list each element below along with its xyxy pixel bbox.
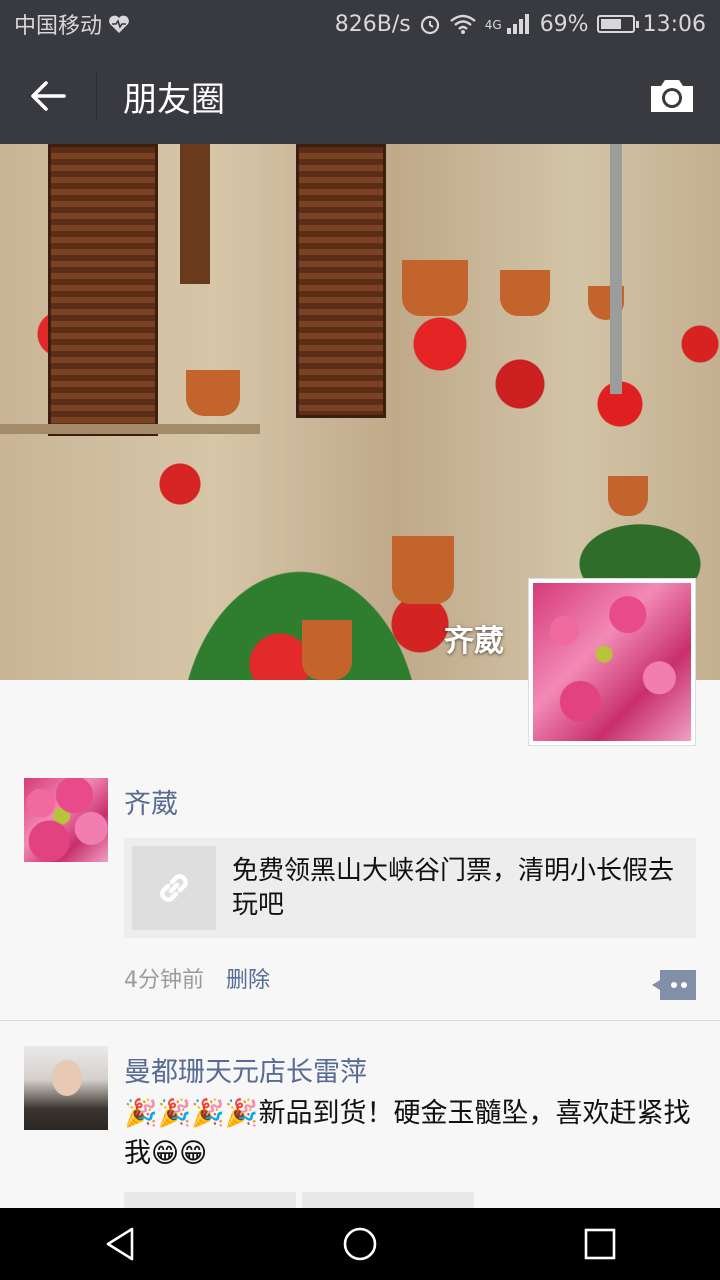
camera-button[interactable] xyxy=(624,48,720,144)
link-thumbnail xyxy=(132,846,216,930)
square-recent-icon xyxy=(584,1228,616,1260)
window-frame xyxy=(180,144,210,284)
arrow-left-icon xyxy=(31,81,66,111)
flower-pot xyxy=(608,476,648,516)
triangle-back-icon xyxy=(106,1227,134,1261)
battery-icon xyxy=(596,15,639,33)
network-speed: 826B/s xyxy=(334,11,411,37)
flower-pot xyxy=(302,620,352,680)
signal-icon xyxy=(506,14,529,34)
link-chain-icon xyxy=(160,874,188,902)
nav-home-button[interactable] xyxy=(320,1208,400,1280)
nav-recent-button[interactable] xyxy=(560,1208,640,1280)
post-text: 🎉🎉🎉🎉新品到货！硬金玉髓坠，喜欢赶紧找我😁😁 xyxy=(124,1098,691,1169)
battery-percent: 69% xyxy=(539,11,589,37)
heart-health-icon xyxy=(109,15,129,33)
flower-pot xyxy=(402,260,468,316)
back-button[interactable] xyxy=(0,48,96,144)
network-type: 4G xyxy=(484,17,502,32)
post-avatar[interactable] xyxy=(24,778,108,862)
avatar-face xyxy=(52,1060,82,1096)
delete-link[interactable]: 删除 xyxy=(226,962,270,994)
window-sill xyxy=(0,424,260,434)
clock: 13:06 xyxy=(642,11,706,37)
wifi-icon xyxy=(449,14,476,34)
link-title: 免费领黑山大峡谷门票，清明小长假去玩吧 xyxy=(232,856,675,920)
comment-dots-icon xyxy=(652,970,696,1000)
post-meta: 4分钟前 删除 xyxy=(124,962,270,994)
system-nav-bar xyxy=(0,1208,720,1280)
flower-pot xyxy=(392,536,454,604)
flower-pot xyxy=(186,370,240,416)
post-separator xyxy=(0,1020,720,1021)
title-divider xyxy=(96,72,97,120)
avatar-image xyxy=(533,583,691,741)
status-bar: 中国移动 826B/s 4G 69% 13:06 xyxy=(0,0,720,48)
post-avatar[interactable] xyxy=(24,1046,108,1130)
window-shutter-left xyxy=(48,144,158,436)
nav-back-button[interactable] xyxy=(80,1208,160,1280)
circle-home-icon xyxy=(343,1227,377,1261)
post-author[interactable]: 齐葳 xyxy=(124,782,178,821)
cover-user-name: 齐葳 xyxy=(444,624,504,659)
title-bar: 朋友圈 xyxy=(0,48,720,144)
window-shutter-right xyxy=(296,144,386,418)
carrier-label: 中国移动 xyxy=(14,14,103,39)
flower-pot xyxy=(500,270,550,316)
post-time: 4分钟前 xyxy=(124,968,204,993)
comment-button[interactable] xyxy=(652,970,696,1000)
shared-link-card[interactable]: 免费领黑山大峡谷门票，清明小长假去玩吧 xyxy=(124,838,696,938)
battery-fill xyxy=(600,19,622,29)
alarm-icon xyxy=(420,15,439,35)
post-author[interactable]: 曼都珊天元店长雷萍 xyxy=(124,1050,367,1089)
camera-icon xyxy=(651,80,693,112)
drain-pipe xyxy=(610,144,622,394)
page-title: 朋友圈 xyxy=(123,79,225,120)
profile-avatar[interactable] xyxy=(528,578,696,746)
